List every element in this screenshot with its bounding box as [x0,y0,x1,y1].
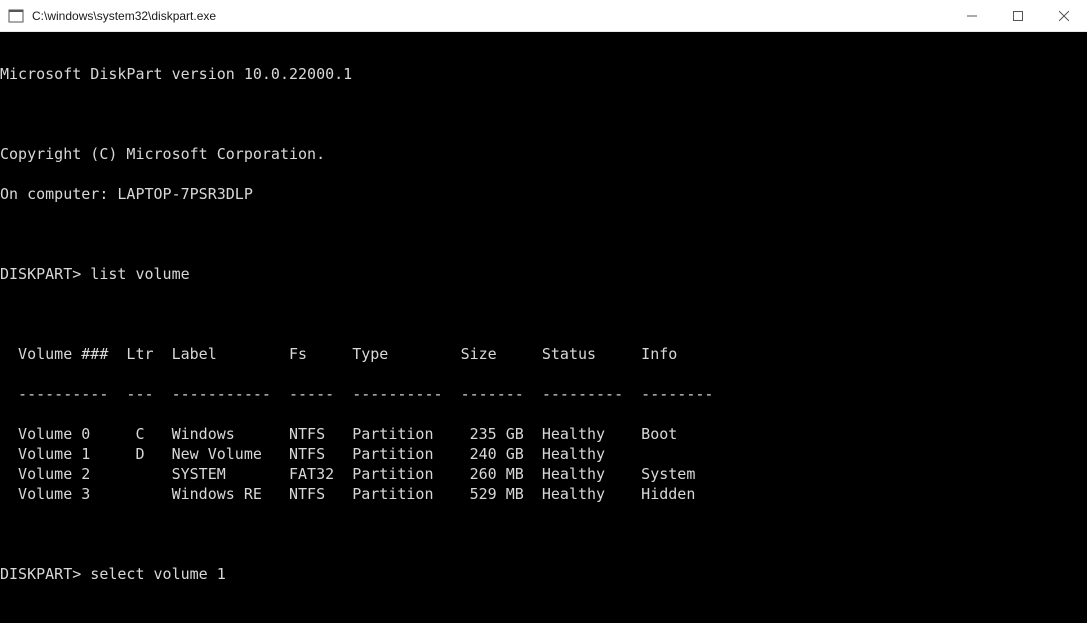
table-header: Volume ### Ltr Label Fs Type Size Status… [0,344,1087,364]
computer-line: On computer: LAPTOP-7PSR3DLP [0,184,1087,204]
minimize-button[interactable] [949,0,995,32]
blank-line [0,104,1087,124]
table-row: Volume 0 C Windows NTFS Partition 235 GB… [0,424,1087,444]
window-title: C:\windows\system32\diskpart.exe [32,0,949,32]
version-line: Microsoft DiskPart version 10.0.22000.1 [0,64,1087,84]
terminal-output[interactable]: Microsoft DiskPart version 10.0.22000.1 … [0,32,1087,623]
table-divider: ---------- --- ----------- ----- -------… [0,384,1087,404]
close-button[interactable] [1041,0,1087,32]
copyright-line: Copyright (C) Microsoft Corporation. [0,144,1087,164]
table-row: Volume 2 SYSTEM FAT32 Partition 260 MB H… [0,464,1087,484]
table-row: Volume 1 D New Volume NTFS Partition 240… [0,444,1087,464]
diskpart-window: C:\windows\system32\diskpart.exe Microso… [0,0,1087,623]
maximize-button[interactable] [995,0,1041,32]
titlebar[interactable]: C:\windows\system32\diskpart.exe [0,0,1087,32]
blank-line [0,304,1087,324]
window-controls [949,0,1087,31]
prompt-list-volume: DISKPART> list volume [0,264,1087,284]
app-icon [8,8,24,24]
blank-line [0,224,1087,244]
table-row: Volume 3 Windows RE NTFS Partition 529 M… [0,484,1087,504]
blank-line [0,604,1087,623]
prompt-select-volume: DISKPART> select volume 1 [0,564,1087,584]
blank-line [0,524,1087,544]
